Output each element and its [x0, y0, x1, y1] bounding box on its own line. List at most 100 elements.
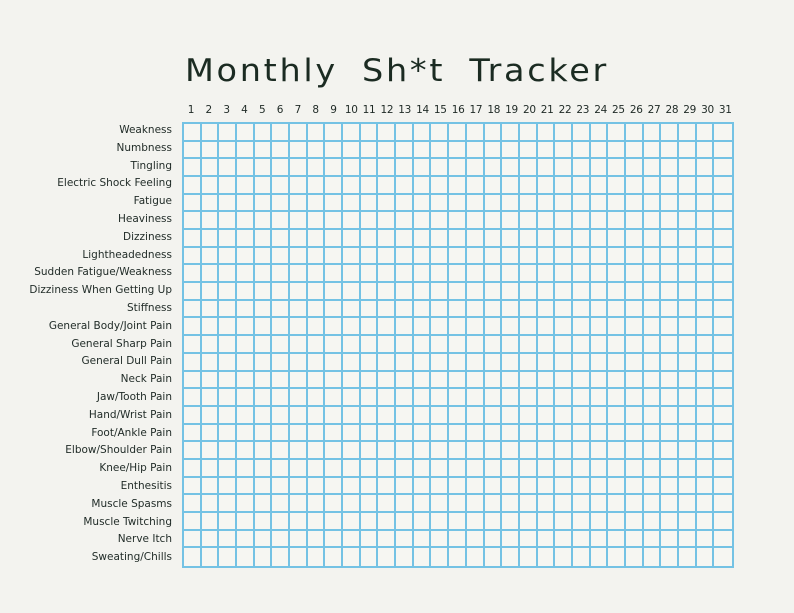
tracker-cell[interactable] — [219, 477, 238, 496]
tracker-cell[interactable] — [325, 336, 344, 354]
tracker-cell[interactable] — [307, 495, 326, 513]
tracker-cell[interactable] — [378, 336, 397, 354]
tracker-cell[interactable] — [413, 371, 432, 390]
tracker-cell[interactable] — [272, 389, 291, 407]
tracker-cell[interactable] — [431, 477, 450, 496]
tracker-cell[interactable] — [343, 512, 361, 531]
tracker-cell[interactable] — [431, 247, 450, 266]
tracker-cell[interactable] — [378, 371, 397, 390]
tracker-cell[interactable] — [360, 477, 379, 496]
tracker-cell[interactable] — [661, 194, 679, 213]
tracker-cell[interactable] — [678, 353, 697, 372]
tracker-cell[interactable] — [449, 389, 467, 407]
tracker-cell[interactable] — [290, 141, 308, 160]
tracker-cell[interactable] — [678, 283, 697, 301]
tracker-cell[interactable] — [307, 512, 326, 531]
tracker-cell[interactable] — [537, 406, 556, 425]
tracker-cell[interactable] — [590, 124, 609, 142]
tracker-cell[interactable] — [608, 265, 626, 284]
tracker-cell[interactable] — [360, 230, 379, 248]
tracker-cell[interactable] — [201, 406, 220, 425]
tracker-cell[interactable] — [714, 389, 732, 407]
tracker-cell[interactable] — [431, 389, 450, 407]
tracker-cell[interactable] — [413, 318, 432, 337]
tracker-cell[interactable] — [625, 477, 644, 496]
tracker-cell[interactable] — [661, 353, 679, 372]
tracker-cell[interactable] — [237, 212, 255, 231]
tracker-cell[interactable] — [237, 477, 255, 496]
tracker-cell[interactable] — [307, 442, 326, 460]
tracker-cell[interactable] — [325, 353, 344, 372]
tracker-cell[interactable] — [643, 247, 662, 266]
tracker-cell[interactable] — [272, 406, 291, 425]
tracker-cell[interactable] — [219, 406, 238, 425]
tracker-cell[interactable] — [237, 424, 255, 443]
tracker-cell[interactable] — [696, 300, 715, 319]
tracker-cell[interactable] — [307, 159, 326, 178]
tracker-cell[interactable] — [360, 406, 379, 425]
tracker-cell[interactable] — [643, 336, 662, 354]
tracker-cell[interactable] — [431, 442, 450, 460]
tracker-cell[interactable] — [484, 512, 503, 531]
tracker-cell[interactable] — [449, 371, 467, 390]
tracker-cell[interactable] — [466, 265, 485, 284]
tracker-cell[interactable] — [625, 389, 644, 407]
tracker-cell[interactable] — [555, 442, 573, 460]
tracker-cell[interactable] — [290, 283, 308, 301]
tracker-cell[interactable] — [431, 530, 450, 549]
tracker-cell[interactable] — [414, 548, 432, 566]
tracker-cell[interactable] — [572, 530, 591, 549]
tracker-cell[interactable] — [625, 530, 644, 549]
tracker-cell[interactable] — [697, 548, 715, 566]
tracker-cell[interactable] — [396, 212, 414, 231]
tracker-cell[interactable] — [325, 141, 344, 160]
tracker-cell[interactable] — [290, 159, 308, 178]
tracker-cell[interactable] — [325, 406, 344, 425]
tracker-cell[interactable] — [254, 247, 273, 266]
tracker-cell[interactable] — [272, 477, 291, 496]
tracker-cell[interactable] — [572, 495, 591, 513]
tracker-cell[interactable] — [237, 230, 255, 248]
tracker-cell[interactable] — [625, 177, 644, 195]
tracker-cell[interactable] — [608, 318, 626, 337]
tracker-cell[interactable] — [572, 512, 591, 531]
tracker-cell[interactable] — [661, 389, 679, 407]
tracker-cell[interactable] — [449, 477, 467, 496]
tracker-cell[interactable] — [537, 212, 556, 231]
tracker-cell[interactable] — [661, 283, 679, 301]
tracker-cell[interactable] — [378, 194, 397, 213]
tracker-cell[interactable] — [307, 247, 326, 266]
tracker-cell[interactable] — [201, 424, 220, 443]
tracker-cell[interactable] — [590, 265, 609, 284]
tracker-cell[interactable] — [608, 389, 626, 407]
tracker-cell[interactable] — [466, 424, 485, 443]
tracker-cell[interactable] — [608, 353, 626, 372]
tracker-cell[interactable] — [608, 230, 626, 248]
tracker-cell[interactable] — [449, 159, 467, 178]
tracker-cell[interactable] — [625, 406, 644, 425]
tracker-cell[interactable] — [184, 124, 202, 142]
tracker-cell[interactable] — [290, 124, 308, 142]
tracker-cell[interactable] — [307, 283, 326, 301]
tracker-cell[interactable] — [272, 442, 291, 460]
tracker-cell[interactable] — [661, 141, 679, 160]
tracker-cell[interactable] — [237, 353, 255, 372]
tracker-cell[interactable] — [360, 318, 379, 337]
tracker-cell[interactable] — [396, 141, 414, 160]
tracker-cell[interactable] — [644, 548, 662, 566]
tracker-cell[interactable] — [537, 230, 556, 248]
tracker-cell[interactable] — [184, 247, 202, 266]
tracker-cell[interactable] — [555, 371, 573, 390]
tracker-cell[interactable] — [378, 230, 397, 248]
tracker-cell[interactable] — [714, 407, 732, 425]
tracker-cell[interactable] — [555, 265, 573, 284]
tracker-cell[interactable] — [608, 406, 626, 425]
tracker-cell[interactable] — [290, 530, 308, 549]
tracker-cell[interactable] — [484, 353, 503, 372]
tracker-cell[interactable] — [696, 477, 715, 496]
tracker-cell[interactable] — [449, 442, 467, 460]
tracker-cell[interactable] — [307, 477, 326, 496]
tracker-cell[interactable] — [590, 442, 609, 460]
tracker-cell[interactable] — [661, 124, 679, 142]
tracker-cell[interactable] — [184, 300, 202, 319]
